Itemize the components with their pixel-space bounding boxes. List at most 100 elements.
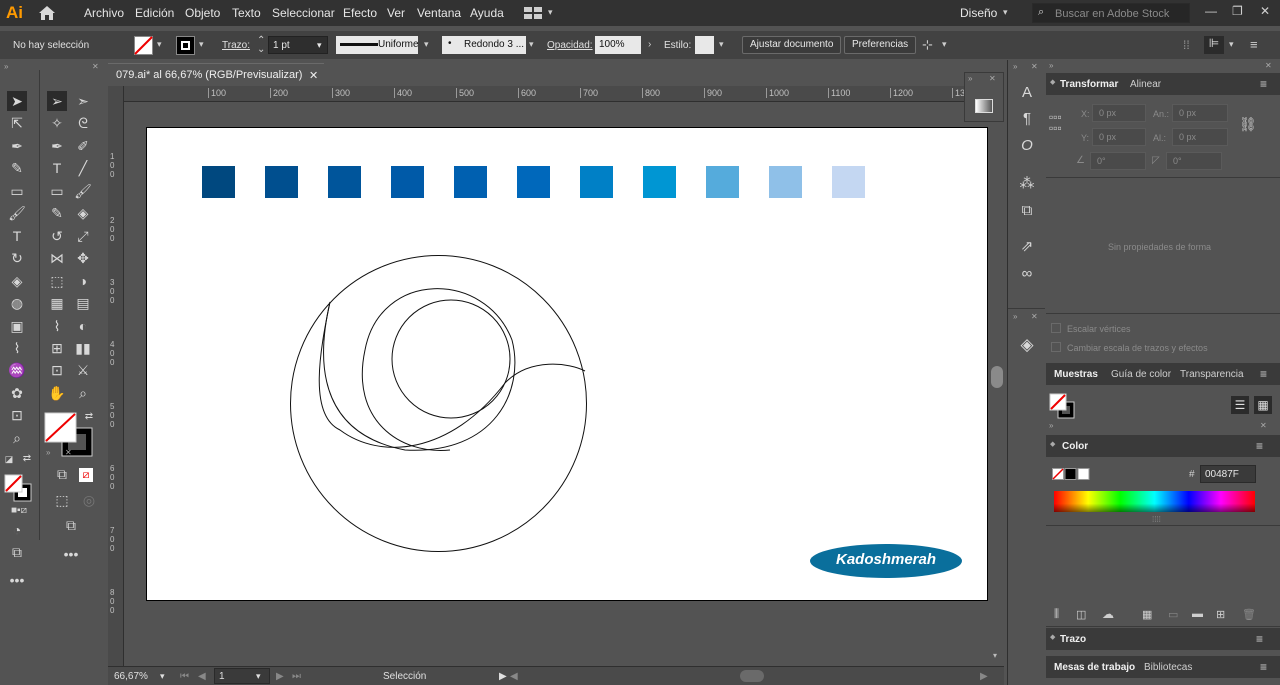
close-icon[interactable]: ✕: [92, 62, 99, 71]
color-swatch[interactable]: [580, 166, 613, 198]
swap-fill-stroke-icon[interactable]: ⇄: [82, 410, 96, 424]
horizontal-ruler[interactable]: 100 200 300 400 500 600 700 800 900 1000 1100 1200 1…: [124, 86, 1004, 102]
curvature-pen-icon[interactable]: ✐: [73, 136, 93, 156]
transform-panel-icon[interactable]: ⧉: [1016, 200, 1038, 222]
scroll-thumb[interactable]: [991, 366, 1003, 388]
close-icon[interactable]: ✕: [1265, 61, 1272, 70]
close-icon[interactable]: ✕: [1031, 312, 1038, 321]
circle-artwork[interactable]: [280, 245, 600, 565]
opacity-label[interactable]: Opacidad:: [547, 40, 593, 51]
none-mode-icon[interactable]: ⧄: [79, 468, 93, 482]
graphic-style-swatch[interactable]: [695, 36, 714, 54]
selection-tool-icon[interactable]: ➤: [7, 91, 27, 111]
width-tool-icon[interactable]: ⋈: [47, 248, 67, 268]
close-icon[interactable]: ✕: [989, 74, 996, 83]
menu-edicion[interactable]: Edición: [135, 6, 174, 20]
chevron-down-icon[interactable]: ▾: [993, 651, 997, 660]
type-icon[interactable]: T: [47, 158, 67, 178]
chevron-right-icon[interactable]: ▶: [499, 671, 507, 682]
document-tab[interactable]: 079.ai* al 66,67% (RGB/Previsualizar) ✕: [108, 63, 324, 85]
quick-actions-icon[interactable]: ⊹: [922, 37, 933, 53]
zoom-tool-icon[interactable]: ⌕: [7, 428, 27, 448]
stock-search-input[interactable]: ⌕ Buscar en Adobe Stock: [1032, 3, 1190, 23]
restore-icon[interactable]: ❐: [1232, 4, 1243, 18]
constrain-proportions-icon[interactable]: ⛓: [1239, 116, 1257, 133]
swap-colors-icon[interactable]: ⇄: [20, 452, 34, 466]
shaper-icon[interactable]: ✎: [47, 203, 67, 223]
tab-muestras[interactable]: Muestras: [1054, 369, 1098, 380]
close-icon[interactable]: ✕: [1031, 62, 1038, 71]
panel-menu-icon[interactable]: ≡: [1260, 77, 1267, 91]
panel-menu-icon[interactable]: ≡: [1260, 367, 1267, 381]
color-swatch[interactable]: [202, 166, 235, 198]
puppet-warp-icon[interactable]: ✥: [73, 248, 93, 268]
draw-inside-icon[interactable]: ◎: [79, 490, 99, 510]
brush-select[interactable]: • Redondo 3 ...: [442, 36, 526, 54]
menu-ayuda[interactable]: Ayuda: [470, 6, 504, 20]
gradient-panel-icon[interactable]: [975, 99, 993, 113]
opacity-field[interactable]: 100%: [595, 36, 641, 54]
stroke-panel-title[interactable]: Trazo: [1060, 634, 1086, 645]
paintbrush-icon[interactable]: 🖌: [7, 203, 27, 223]
tab-transparencia[interactable]: Transparencia: [1180, 369, 1244, 380]
h-field[interactable]: 0 px: [1172, 128, 1228, 146]
adjust-document-button[interactable]: Ajustar documento: [742, 36, 842, 54]
menu-efecto[interactable]: Efecto: [343, 6, 377, 20]
stepper-icon[interactable]: ⌃ ⌄: [257, 36, 265, 55]
curvature-icon[interactable]: ✎: [7, 158, 27, 178]
scroll-right-icon[interactable]: ▶: [980, 671, 988, 682]
trash-icon[interactable]: 🗑: [1242, 608, 1256, 621]
zoom-level[interactable]: 66,67%: [114, 671, 148, 682]
workspace-switcher[interactable]: Diseño: [960, 6, 997, 20]
chevron-down-icon[interactable]: ▾: [424, 39, 429, 50]
paragraph-icon[interactable]: ¶: [1016, 108, 1038, 130]
rect-icon[interactable]: ▭: [47, 181, 67, 201]
scale-strokes-checkbox[interactable]: [1051, 342, 1061, 352]
next-artboard-icon[interactable]: ▶: [276, 671, 284, 682]
tab-bibliotecas[interactable]: Bibliotecas: [1144, 662, 1192, 673]
home-icon[interactable]: [38, 5, 56, 21]
type-tool-icon[interactable]: T: [7, 226, 27, 246]
pen-tool-icon[interactable]: ✒: [7, 136, 27, 156]
first-artboard-icon[interactable]: ⏮: [180, 671, 189, 682]
glyphs-icon[interactable]: ⁂: [1016, 173, 1038, 195]
chevron-down-icon[interactable]: ▾: [157, 39, 162, 50]
mini-fill-stroke-icon[interactable]: [4, 474, 32, 502]
eyedropper-tool-icon[interactable]: ⌇: [47, 316, 67, 336]
default-colors-icon[interactable]: ◪: [2, 452, 16, 466]
chevron-down-icon[interactable]: ▾: [1229, 39, 1234, 50]
align-icon[interactable]: ⁞⁞: [1183, 38, 1190, 52]
menu-ver[interactable]: Ver: [387, 6, 405, 20]
menu-archivo[interactable]: Archivo: [84, 6, 124, 20]
measure-icon[interactable]: ◐: [73, 316, 93, 336]
w-field[interactable]: 0 px: [1172, 104, 1228, 122]
chevron-down-icon[interactable]: ▾: [199, 39, 204, 50]
chevron-right-icon[interactable]: ›: [648, 39, 651, 50]
color-swatch[interactable]: [454, 166, 487, 198]
chevron-down-icon[interactable]: ▾: [719, 39, 724, 50]
list-view-icon[interactable]: ☰: [1231, 396, 1249, 414]
grid-view-icon[interactable]: ▦: [1254, 396, 1272, 414]
symbol-icon[interactable]: ⊞: [47, 338, 67, 358]
brush-icon[interactable]: 🖌: [73, 181, 93, 201]
menu-ventana[interactable]: Ventana: [417, 6, 461, 20]
tab-alinear[interactable]: Alinear: [1130, 79, 1161, 90]
character-icon[interactable]: A: [1016, 82, 1038, 104]
lasso-icon[interactable]: ᘓ: [73, 113, 93, 133]
artboard-number-field[interactable]: 1: [214, 668, 270, 684]
scale-icon[interactable]: ⤢: [73, 226, 93, 246]
new-color-group-icon[interactable]: ▬: [1192, 608, 1203, 620]
color-mode-icons[interactable]: ■▪⧄: [4, 505, 34, 517]
last-artboard-icon[interactable]: ⏭: [292, 671, 301, 682]
eraser-tool-icon[interactable]: ◈: [7, 271, 27, 291]
rectangle-tool-icon[interactable]: ▭: [7, 181, 27, 201]
swatch-options-icon[interactable]: ▦: [1142, 608, 1152, 621]
minimize-icon[interactable]: —: [1205, 4, 1217, 18]
more-tools-icon[interactable]: •••: [7, 570, 27, 590]
graph-tool-icon[interactable]: ▮▮: [73, 338, 93, 358]
tab-transformar[interactable]: Transformar: [1060, 79, 1118, 90]
tab-guia-color[interactable]: Guía de color: [1111, 369, 1171, 380]
color-swatch[interactable]: [517, 166, 550, 198]
gradient-tool-icon[interactable]: ▣: [7, 316, 27, 336]
angle-field[interactable]: 0°: [1090, 152, 1146, 170]
